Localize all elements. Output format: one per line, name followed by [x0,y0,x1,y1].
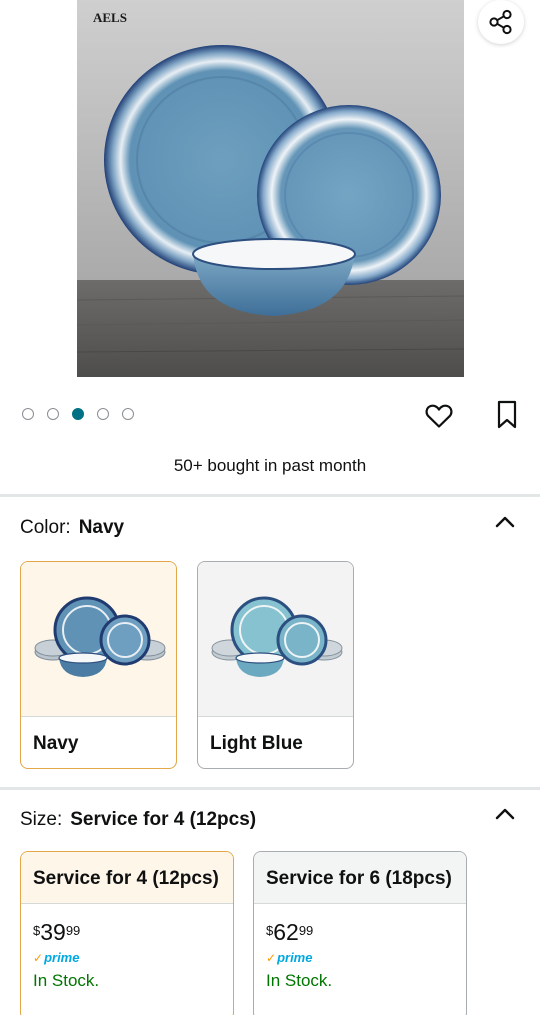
prime-check-icon: ✓ [266,950,277,965]
price-whole: 39 [40,919,66,945]
product-photo[interactable]: AELS [77,0,464,377]
chevron-up-icon[interactable] [494,515,516,529]
price-fraction: 99 [298,923,314,938]
stock-status: In Stock. [266,971,333,990]
color-option-image [21,562,176,717]
section-divider [0,787,540,790]
save-button[interactable] [493,399,521,431]
color-option-light-blue[interactable]: Light Blue [197,561,354,769]
section-divider [0,494,540,497]
price-fraction: 99 [65,923,81,938]
prime-label: prime [44,950,80,965]
price-currency: $ [33,923,41,938]
prime-badge: ✓ prime [33,950,233,965]
size-option-service-for-6[interactable]: Service for 6 (18pcs) $62 99 ✓ prime In St… [253,851,467,1015]
share-icon [489,9,512,35]
image-carousel-dots [22,408,134,420]
favorite-button[interactable] [424,401,454,431]
stock-status: In Stock. [33,971,100,990]
price-currency: $ [266,923,274,938]
size-option-price: $62 99 [254,904,466,944]
carousel-dot[interactable] [97,408,109,420]
carousel-dot[interactable] [22,408,34,420]
brand-mark: AELS [93,10,127,25]
color-label: Color: [20,517,71,538]
size-selected-value: Service for 4 (12pcs) [70,809,257,830]
bookmark-icon [497,400,517,429]
chevron-up-icon[interactable] [494,807,516,821]
color-selected-value: Navy [78,517,125,538]
color-section-header[interactable]: Color: Navy [20,517,124,539]
color-option-label: Light Blue [210,733,303,754]
prime-check-icon: ✓ [33,950,44,965]
share-button[interactable] [478,0,524,44]
size-option-service-for-4[interactable]: Service for 4 (12pcs) $39 99 ✓ prime In St… [20,851,234,1015]
carousel-dot[interactable] [47,408,59,420]
size-option-price: $39 99 [21,904,233,944]
prime-badge: ✓ prime [266,950,466,965]
color-option-navy[interactable]: Navy [20,561,177,769]
carousel-dot-active[interactable] [72,408,84,420]
price-whole: 62 [273,919,299,945]
product-image-area: AELS [0,0,540,395]
size-label: Size: [20,809,63,830]
size-option-label: Service for 6 (18pcs) [254,852,466,904]
prime-label: prime [277,950,313,965]
bought-in-past-month: 50+ bought in past month [173,456,367,475]
carousel-dot[interactable] [122,408,134,420]
color-option-image [198,562,353,717]
product-photo-graphic: AELS [77,0,464,377]
size-option-label: Service for 4 (12pcs) [21,852,233,904]
heart-icon [425,404,453,428]
size-section-header[interactable]: Size: Service for 4 (12pcs) [20,809,256,831]
color-option-label: Navy [33,733,79,754]
